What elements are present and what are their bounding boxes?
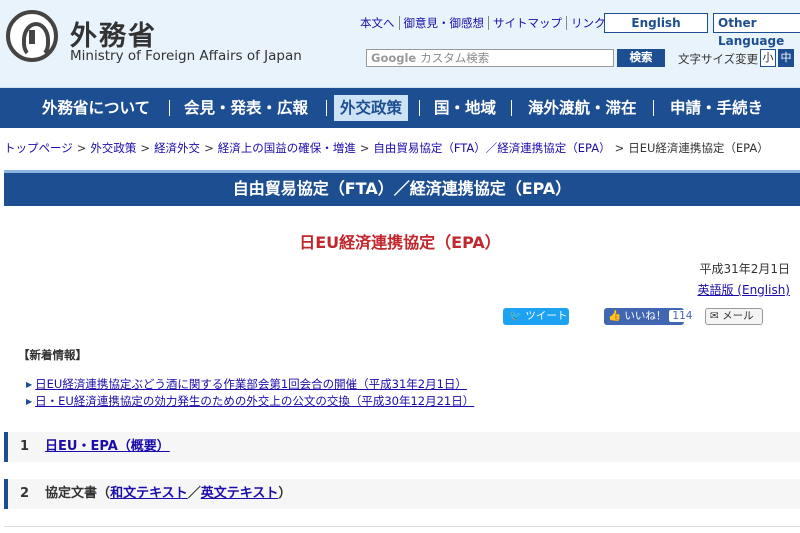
section-1: 1 日EU・EPA（概要） xyxy=(4,432,800,462)
nav-press[interactable]: 会見・発表・広報 xyxy=(184,95,308,121)
facebook-like-button[interactable]: 👍 いいね！ 114 xyxy=(604,308,696,325)
nav-about[interactable]: 外務省について xyxy=(42,95,150,121)
breadcrumb-fta-epa[interactable]: 自由貿易協定（FTA）／経済連携協定（EPA） xyxy=(373,141,610,155)
mofa-emblem-icon[interactable] xyxy=(6,10,58,62)
breadcrumb-foreign-policy[interactable]: 外交政策 xyxy=(90,141,136,155)
breadcrumb-separator: > xyxy=(140,141,151,155)
like-label: いいね！ xyxy=(624,310,667,322)
nav-procedures[interactable]: 申請・手続き xyxy=(670,95,763,121)
triangle-bullet-icon: ▶ xyxy=(26,397,33,406)
tweet-label: ツイート xyxy=(525,310,568,322)
news-link[interactable]: 日・EU経済連携協定の効力発生のための外交上の公文の交換（平成30年12月21日… xyxy=(35,394,474,408)
nav-divider xyxy=(326,100,327,116)
breadcrumb-separator: > xyxy=(359,141,370,155)
breadcrumb-national-interest[interactable]: 経済上の国益の確保・増進 xyxy=(218,141,356,155)
nav-countries[interactable]: 国・地域 xyxy=(434,95,496,121)
epa-overview-link[interactable]: 日EU・EPA（概要） xyxy=(45,439,170,454)
font-size-small-button[interactable]: 小 xyxy=(760,49,776,67)
triangle-bullet-icon: ▶ xyxy=(26,380,33,389)
divider xyxy=(4,526,800,527)
english-text-link[interactable]: 英文テキスト xyxy=(201,486,279,501)
font-size-medium-button[interactable]: 中 xyxy=(778,49,794,67)
publish-date: 平成31年2月1日 xyxy=(699,262,790,276)
nav-divider xyxy=(653,100,654,116)
nav-divider xyxy=(419,100,420,116)
nav-foreign-policy[interactable]: 外交政策 xyxy=(334,95,409,121)
search-input[interactable]: Google カスタム検索 xyxy=(366,49,614,67)
search-placeholder: カスタム検索 xyxy=(420,51,490,65)
twitter-bird-icon: 🐦 xyxy=(509,310,523,322)
link-sitemap[interactable]: サイトマップ xyxy=(489,16,567,30)
slash-separator: ／ xyxy=(187,486,201,501)
breadcrumb-separator: > xyxy=(204,141,214,155)
japanese-text-link[interactable]: 和文テキスト xyxy=(110,486,188,501)
thumbs-up-icon: 👍 xyxy=(608,310,622,322)
utility-links: 本文へ 御意見・御感想 サイトマップ リンク集 xyxy=(356,16,621,30)
section-number: 2 xyxy=(20,486,30,501)
envelope-icon: ✉ xyxy=(710,310,719,322)
breadcrumb-separator: > xyxy=(76,141,87,155)
like-count: 114 xyxy=(669,310,696,322)
news-heading: 【新着情報】 xyxy=(18,348,87,362)
breadcrumb: トップページ > 外交政策 > 経済外交 > 経済上の国益の確保・増進 > 自由貿易協定（FTA… xyxy=(4,140,769,156)
search-button[interactable]: 検索 xyxy=(617,49,665,67)
news-link[interactable]: 日EU経済連携協定ぶどう酒に関する作業部会第1回会合の開催（平成31年2月1日） xyxy=(35,377,467,391)
nav-divider xyxy=(511,100,512,116)
section-2: 2 協定文書（和文テキスト／英文テキスト） xyxy=(4,479,800,509)
closing-paren: ） xyxy=(278,486,292,501)
agreement-docs-label: 協定文書（ xyxy=(45,486,111,501)
link-feedback[interactable]: 御意見・御感想 xyxy=(400,16,489,30)
font-size-label: 文字サイズ変更 xyxy=(678,52,759,66)
breadcrumb-current: 日EU経済連携協定（EPA） xyxy=(628,141,769,155)
tweet-button[interactable]: 🐦 ツイート xyxy=(503,308,569,325)
link-skip-to-content[interactable]: 本文へ xyxy=(356,16,400,30)
breadcrumb-economic-diplomacy[interactable]: 経済外交 xyxy=(154,141,200,155)
list-item: ▶ 日・EU経済連携協定の効力発生のための外交上の公文の交換（平成30年12月21… xyxy=(26,393,474,410)
breadcrumb-top[interactable]: トップページ xyxy=(4,141,73,155)
google-label: Google xyxy=(371,51,417,65)
nav-divider xyxy=(169,100,170,116)
english-button[interactable]: English xyxy=(604,13,708,33)
logo-title-en[interactable]: Ministry of Foreign Affairs of Japan xyxy=(70,48,302,64)
page-title: 日EU経済連携協定（EPA） xyxy=(299,233,501,252)
mail-button[interactable]: ✉ メール xyxy=(705,308,763,325)
site-header: 外務省 Ministry of Foreign Affairs of Japan… xyxy=(0,0,800,88)
mail-label: メール xyxy=(722,310,754,322)
main-nav: 外務省について 会見・発表・広報 外交政策 国・地域 海外渡航・滞在 申請・手続… xyxy=(0,88,800,128)
section-number: 1 xyxy=(20,439,30,454)
list-item: ▶ 日EU経済連携協定ぶどう酒に関する作業部会第1回会合の開催（平成31年2月1日… xyxy=(26,376,474,393)
english-version-link[interactable]: 英語版 (English) xyxy=(697,281,790,298)
breadcrumb-separator: > xyxy=(614,141,625,155)
news-list: ▶ 日EU経済連携協定ぶどう酒に関する作業部会第1回会合の開催（平成31年2月1日… xyxy=(26,376,474,410)
other-language-button[interactable]: Other Language xyxy=(713,13,800,48)
nav-travel[interactable]: 海外渡航・滞在 xyxy=(528,95,637,121)
section-banner: 自由貿易協定（FTA）／経済連携協定（EPA） xyxy=(4,170,800,206)
